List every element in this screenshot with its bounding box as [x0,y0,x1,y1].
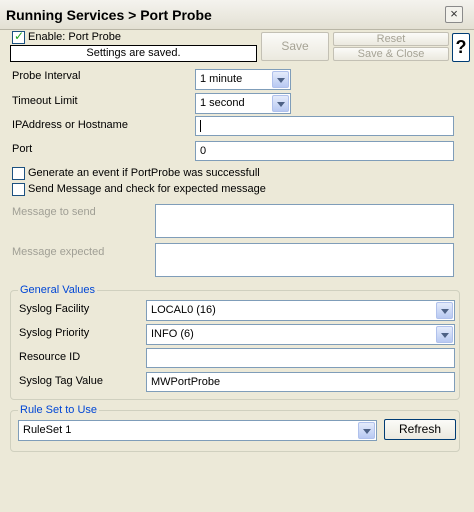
probe-interval-select[interactable]: 1 minute [195,69,291,90]
syslog-facility-select[interactable]: LOCAL0 (16) [146,300,455,321]
port-input[interactable]: 0 [195,141,454,161]
rule-set-title: Rule Set to Use [18,404,100,416]
chevron-down-icon[interactable] [272,71,289,88]
syslog-priority-value: INFO (6) [151,328,194,340]
send-message-checkbox[interactable] [12,183,25,196]
close-button[interactable]: × [445,6,463,23]
timeout-limit-value: 1 second [200,97,245,109]
chevron-down-icon[interactable] [436,326,453,343]
timeout-limit-label: Timeout Limit [12,95,78,107]
chevron-down-icon[interactable] [272,95,289,112]
chevron-down-icon[interactable] [436,302,453,319]
syslog-priority-select[interactable]: INFO (6) [146,324,455,345]
message-to-send-textarea[interactable] [155,204,454,238]
timeout-limit-select[interactable]: 1 second [195,93,291,114]
syslog-tag-value: MWPortProbe [151,376,221,388]
save-close-button[interactable]: Save & Close [333,47,449,61]
save-button[interactable]: Save [261,32,329,61]
enable-label: Enable: Port Probe [28,31,121,43]
port-value: 0 [200,145,207,157]
generate-event-checkbox[interactable] [12,167,25,180]
rule-set-value: RuleSet 1 [23,424,72,436]
refresh-button[interactable]: Refresh [384,419,456,440]
close-icon: × [450,6,458,21]
rule-set-select[interactable]: RuleSet 1 [18,420,377,441]
syslog-tag-label: Syslog Tag Value [19,375,103,387]
text-caret [200,120,201,132]
status-text: Settings are saved. [10,45,257,62]
generate-event-label: Generate an event if PortProbe was succe… [28,167,260,179]
enable-checkbox[interactable] [12,29,25,44]
syslog-tag-input[interactable]: MWPortProbe [146,372,455,392]
address-label: IPAddress or Hostname [12,119,128,131]
syslog-facility-value: LOCAL0 (16) [151,304,216,316]
chevron-down-icon[interactable] [358,422,375,439]
probe-interval-value: 1 minute [200,73,243,85]
resource-id-input[interactable] [146,348,455,368]
help-icon: ? [455,37,467,57]
reset-button[interactable]: Reset [333,32,449,46]
message-expected-label: Message expected [12,246,105,258]
general-values-title: General Values [18,284,98,296]
window-title: Running Services > Port Probe [6,7,212,23]
send-message-label: Send Message and check for expected mess… [28,183,266,195]
address-input[interactable] [195,116,454,136]
syslog-facility-label: Syslog Facility [19,303,90,315]
message-to-send-label: Message to send [12,206,96,218]
help-button[interactable]: ? [452,33,470,62]
resource-id-label: Resource ID [19,351,81,363]
probe-interval-label: Probe Interval [12,70,81,82]
syslog-priority-label: Syslog Priority [19,327,90,339]
message-expected-textarea[interactable] [155,243,454,277]
port-label: Port [12,143,33,155]
